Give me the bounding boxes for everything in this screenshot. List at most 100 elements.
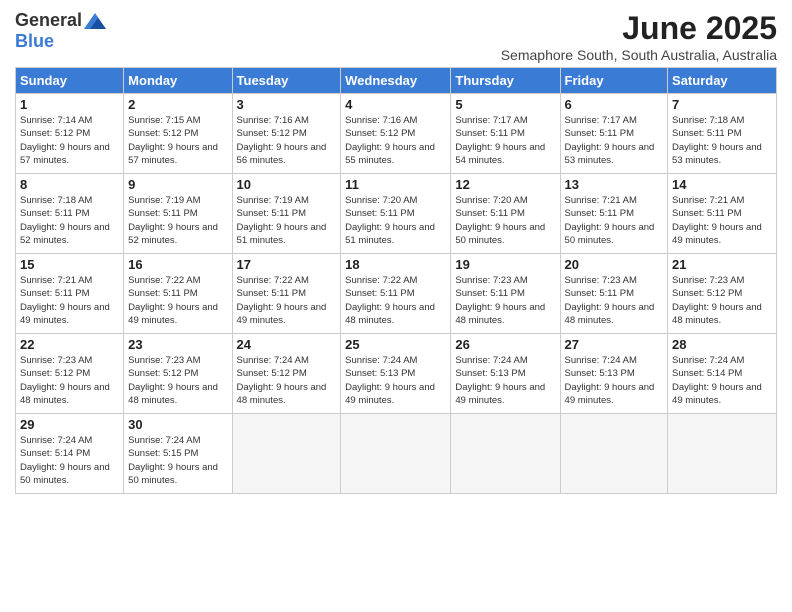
day-info: Sunrise: 7:15 AMSunset: 5:12 PMDaylight:… (128, 114, 227, 167)
day-number: 15 (20, 257, 119, 272)
calendar-day-cell: 3 Sunrise: 7:16 AMSunset: 5:12 PMDaylight… (232, 94, 341, 174)
calendar-day-header: Wednesday (341, 68, 451, 94)
calendar-day-cell: 12 Sunrise: 7:20 AMSunset: 5:11 PMDayligh… (451, 174, 560, 254)
day-number: 13 (565, 177, 664, 192)
day-number: 2 (128, 97, 227, 112)
day-info: Sunrise: 7:24 AMSunset: 5:14 PMDaylight:… (672, 354, 772, 407)
calendar-day-cell: 9 Sunrise: 7:19 AMSunset: 5:11 PMDaylight… (124, 174, 232, 254)
calendar-day-header: Tuesday (232, 68, 341, 94)
day-info: Sunrise: 7:16 AMSunset: 5:12 PMDaylight:… (237, 114, 337, 167)
calendar-day-cell: 16Sunrise: 7:22 AMSunset: 5:11 PMDayligh… (124, 254, 232, 334)
calendar-week-row: 1 Sunrise: 7:14 AMSunset: 5:12 PMDaylight… (16, 94, 777, 174)
page-container: General Blue June 2025 Semaphore South, … (0, 0, 792, 504)
day-number: 26 (455, 337, 555, 352)
calendar-week-row: 22 Sunrise: 7:23 AMSunset: 5:12 PMDayligh… (16, 334, 777, 414)
day-info: Sunrise: 7:24 AMSunset: 5:15 PMDaylight:… (128, 434, 227, 487)
calendar-week-row: 29 Sunrise: 7:24 AMSunset: 5:14 PMDayligh… (16, 414, 777, 494)
calendar-table: SundayMondayTuesdayWednesdayThursdayFrid… (15, 67, 777, 494)
day-info: Sunrise: 7:17 AMSunset: 5:11 PMDaylight:… (455, 114, 555, 167)
day-info: Sunrise: 7:22 AMSunset: 5:11 PMDaylight:… (237, 274, 337, 327)
logo: General Blue (15, 10, 108, 52)
calendar-day-cell: 19 Sunrise: 7:23 AMSunset: 5:11 PMDayligh… (451, 254, 560, 334)
calendar-header-row: SundayMondayTuesdayWednesdayThursdayFrid… (16, 68, 777, 94)
day-number: 24 (237, 337, 337, 352)
calendar-day-cell: 25Sunrise: 7:24 AMSunset: 5:13 PMDayligh… (341, 334, 451, 414)
day-number: 14 (672, 177, 772, 192)
day-number: 30 (128, 417, 227, 432)
day-number: 17 (237, 257, 337, 272)
day-info: Sunrise: 7:23 AMSunset: 5:11 PMDaylight:… (455, 274, 555, 327)
day-info: Sunrise: 7:18 AMSunset: 5:11 PMDaylight:… (672, 114, 772, 167)
day-number: 6 (565, 97, 664, 112)
calendar-day-header: Friday (560, 68, 668, 94)
calendar-day-header: Saturday (668, 68, 777, 94)
day-number: 22 (20, 337, 119, 352)
day-info: Sunrise: 7:19 AMSunset: 5:11 PMDaylight:… (237, 194, 337, 247)
calendar-day-header: Monday (124, 68, 232, 94)
calendar-day-cell: 23 Sunrise: 7:23 AMSunset: 5:12 PMDayligh… (124, 334, 232, 414)
month-title: June 2025 (501, 10, 777, 47)
calendar-day-header: Sunday (16, 68, 124, 94)
calendar-day-cell: 1 Sunrise: 7:14 AMSunset: 5:12 PMDaylight… (16, 94, 124, 174)
day-number: 4 (345, 97, 446, 112)
day-info: Sunrise: 7:22 AMSunset: 5:11 PMDaylight:… (128, 274, 227, 327)
calendar-day-cell: 15Sunrise: 7:21 AMSunset: 5:11 PMDayligh… (16, 254, 124, 334)
day-number: 12 (455, 177, 555, 192)
calendar-day-cell: 27 Sunrise: 7:24 AMSunset: 5:13 PMDayligh… (560, 334, 668, 414)
day-info: Sunrise: 7:23 AMSunset: 5:12 PMDaylight:… (672, 274, 772, 327)
calendar-day-cell: 8 Sunrise: 7:18 AMSunset: 5:11 PMDaylight… (16, 174, 124, 254)
calendar-day-cell (341, 414, 451, 494)
day-number: 29 (20, 417, 119, 432)
calendar-day-cell (668, 414, 777, 494)
calendar-week-row: 15Sunrise: 7:21 AMSunset: 5:11 PMDayligh… (16, 254, 777, 334)
day-info: Sunrise: 7:20 AMSunset: 5:11 PMDaylight:… (345, 194, 446, 247)
calendar-day-cell: 10 Sunrise: 7:19 AMSunset: 5:11 PMDayligh… (232, 174, 341, 254)
day-info: Sunrise: 7:24 AMSunset: 5:12 PMDaylight:… (237, 354, 337, 407)
calendar-day-cell (560, 414, 668, 494)
day-info: Sunrise: 7:23 AMSunset: 5:11 PMDaylight:… (565, 274, 664, 327)
day-number: 1 (20, 97, 119, 112)
day-number: 28 (672, 337, 772, 352)
day-number: 19 (455, 257, 555, 272)
day-info: Sunrise: 7:19 AMSunset: 5:11 PMDaylight:… (128, 194, 227, 247)
day-info: Sunrise: 7:21 AMSunset: 5:11 PMDaylight:… (565, 194, 664, 247)
day-number: 21 (672, 257, 772, 272)
day-info: Sunrise: 7:24 AMSunset: 5:13 PMDaylight:… (455, 354, 555, 407)
day-info: Sunrise: 7:24 AMSunset: 5:13 PMDaylight:… (345, 354, 446, 407)
day-number: 11 (345, 177, 446, 192)
location: Semaphore South, South Australia, Austra… (501, 47, 777, 63)
calendar-day-cell: 14Sunrise: 7:21 AMSunset: 5:11 PMDayligh… (668, 174, 777, 254)
calendar-day-cell: 6 Sunrise: 7:17 AMSunset: 5:11 PMDaylight… (560, 94, 668, 174)
day-info: Sunrise: 7:17 AMSunset: 5:11 PMDaylight:… (565, 114, 664, 167)
calendar-day-cell: 2 Sunrise: 7:15 AMSunset: 5:12 PMDaylight… (124, 94, 232, 174)
header: General Blue June 2025 Semaphore South, … (15, 10, 777, 63)
title-block: June 2025 Semaphore South, South Austral… (501, 10, 777, 63)
day-number: 23 (128, 337, 227, 352)
day-info: Sunrise: 7:23 AMSunset: 5:12 PMDaylight:… (128, 354, 227, 407)
day-info: Sunrise: 7:24 AMSunset: 5:13 PMDaylight:… (565, 354, 664, 407)
day-info: Sunrise: 7:20 AMSunset: 5:11 PMDaylight:… (455, 194, 555, 247)
calendar-day-cell: 5 Sunrise: 7:17 AMSunset: 5:11 PMDaylight… (451, 94, 560, 174)
day-number: 5 (455, 97, 555, 112)
calendar-day-cell: 24 Sunrise: 7:24 AMSunset: 5:12 PMDayligh… (232, 334, 341, 414)
day-number: 10 (237, 177, 337, 192)
day-info: Sunrise: 7:23 AMSunset: 5:12 PMDaylight:… (20, 354, 119, 407)
day-info: Sunrise: 7:14 AMSunset: 5:12 PMDaylight:… (20, 114, 119, 167)
calendar-day-cell: 11 Sunrise: 7:20 AMSunset: 5:11 PMDayligh… (341, 174, 451, 254)
day-number: 9 (128, 177, 227, 192)
calendar-day-cell: 21 Sunrise: 7:23 AMSunset: 5:12 PMDayligh… (668, 254, 777, 334)
day-number: 20 (565, 257, 664, 272)
day-number: 27 (565, 337, 664, 352)
calendar-day-header: Thursday (451, 68, 560, 94)
day-info: Sunrise: 7:24 AMSunset: 5:14 PMDaylight:… (20, 434, 119, 487)
logo-icon (84, 13, 106, 29)
logo-general: General (15, 10, 82, 31)
day-number: 7 (672, 97, 772, 112)
calendar-week-row: 8 Sunrise: 7:18 AMSunset: 5:11 PMDaylight… (16, 174, 777, 254)
day-info: Sunrise: 7:16 AMSunset: 5:12 PMDaylight:… (345, 114, 446, 167)
day-number: 3 (237, 97, 337, 112)
day-info: Sunrise: 7:18 AMSunset: 5:11 PMDaylight:… (20, 194, 119, 247)
calendar-day-cell (232, 414, 341, 494)
calendar-day-cell (451, 414, 560, 494)
day-number: 8 (20, 177, 119, 192)
